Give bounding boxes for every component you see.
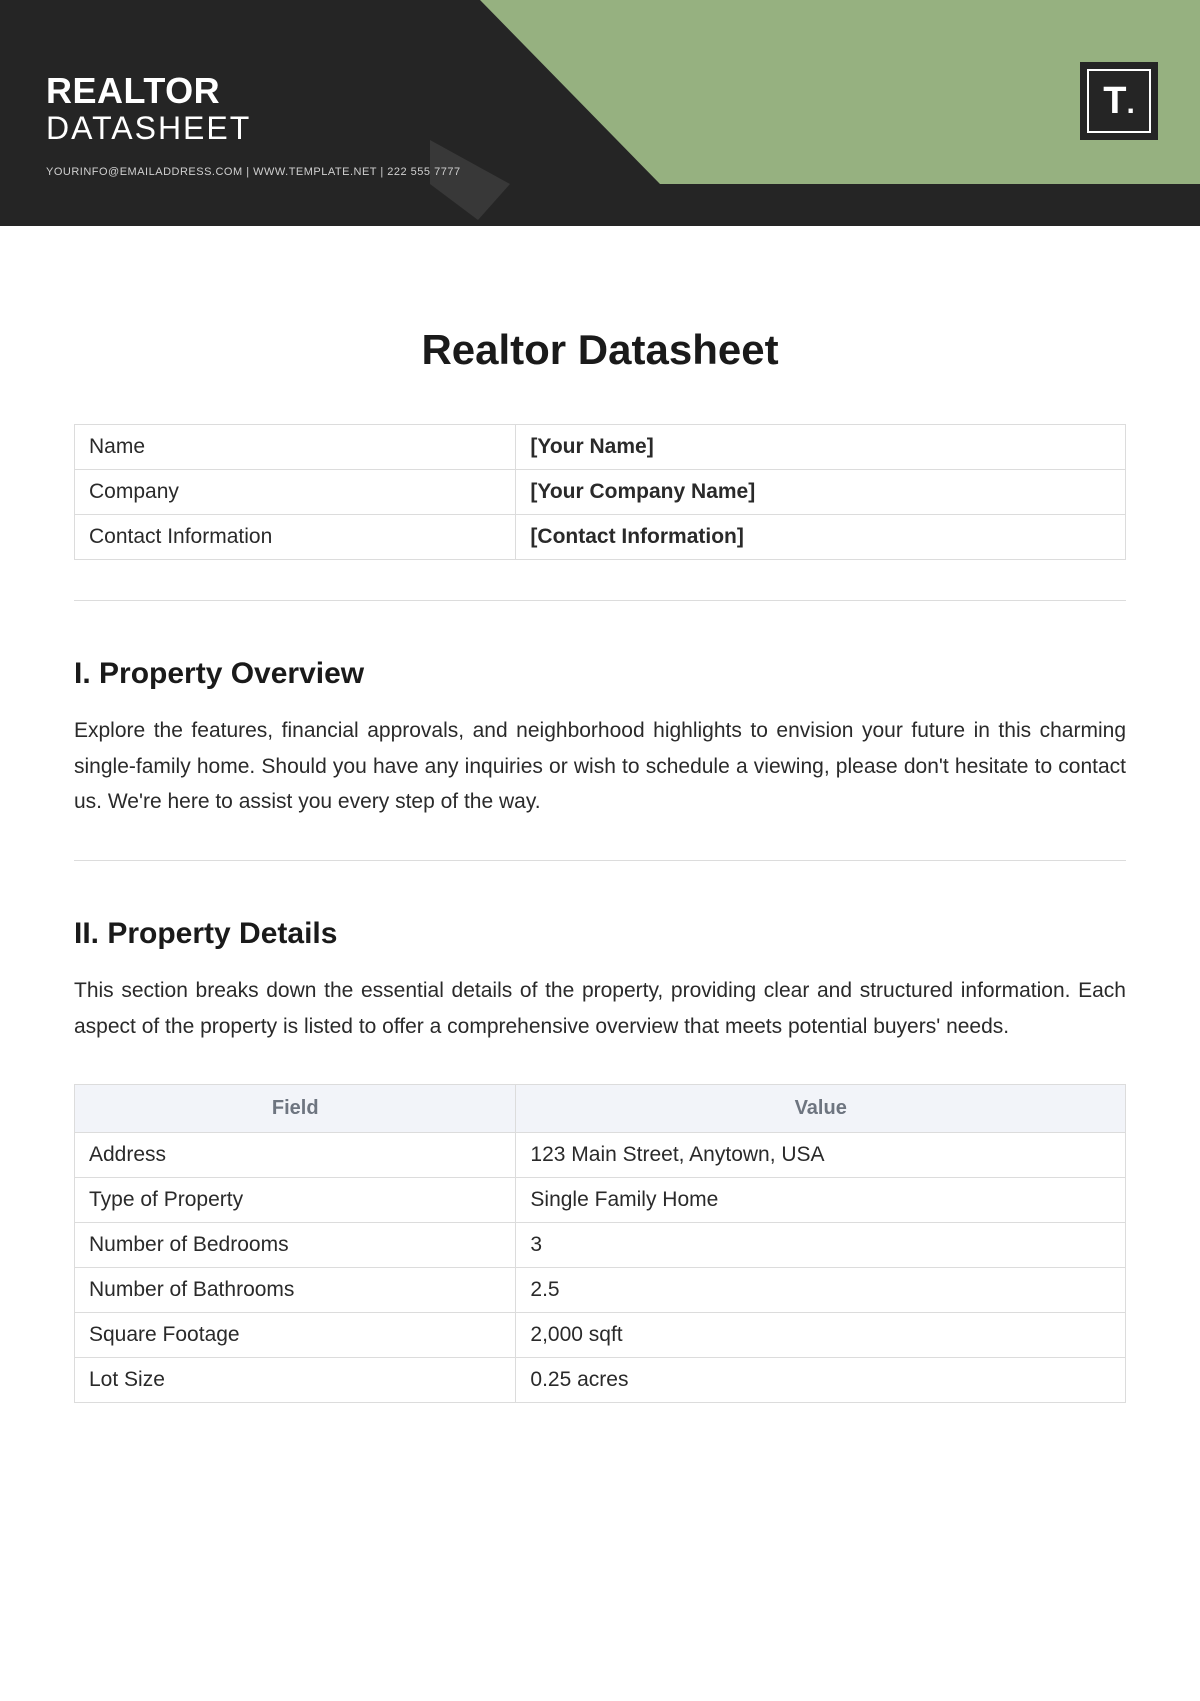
column-header-value: Value bbox=[516, 1085, 1126, 1133]
document-body: Realtor Datasheet Name [Your Name] Compa… bbox=[0, 226, 1200, 1403]
table-row: Address 123 Main Street, Anytown, USA bbox=[75, 1133, 1126, 1178]
detail-value: 2.5 bbox=[516, 1268, 1126, 1313]
detail-value: 123 Main Street, Anytown, USA bbox=[516, 1133, 1126, 1178]
section-body-overview: Explore the features, financial approval… bbox=[74, 713, 1126, 820]
divider bbox=[74, 860, 1126, 861]
table-row: Company [Your Company Name] bbox=[75, 470, 1126, 515]
detail-value: Single Family Home bbox=[516, 1178, 1126, 1223]
table-row: Number of Bathrooms 2.5 bbox=[75, 1268, 1126, 1313]
property-details-table: Field Value Address 123 Main Street, Any… bbox=[74, 1084, 1126, 1403]
detail-value: 2,000 sqft bbox=[516, 1313, 1126, 1358]
info-label: Contact Information bbox=[75, 515, 516, 560]
detail-label: Address bbox=[75, 1133, 516, 1178]
divider bbox=[74, 600, 1126, 601]
header-wedge-shape bbox=[430, 140, 510, 220]
table-row: Type of Property Single Family Home bbox=[75, 1178, 1126, 1223]
table-row: Lot Size 0.25 acres bbox=[75, 1358, 1126, 1403]
page-title: Realtor Datasheet bbox=[74, 326, 1126, 374]
info-label: Company bbox=[75, 470, 516, 515]
detail-label: Number of Bathrooms bbox=[75, 1268, 516, 1313]
logo-dot: . bbox=[1126, 74, 1134, 134]
table-row: Name [Your Name] bbox=[75, 425, 1126, 470]
contact-info-table: Name [Your Name] Company [Your Company N… bbox=[74, 424, 1126, 560]
info-value: [Your Company Name] bbox=[516, 470, 1126, 515]
table-row: Square Footage 2,000 sqft bbox=[75, 1313, 1126, 1358]
header-contact-line: YOURINFO@EMAILADDRESS.COM | WWW.TEMPLATE… bbox=[46, 166, 461, 178]
table-row: Number of Bedrooms 3 bbox=[75, 1223, 1126, 1268]
table-header-row: Field Value bbox=[75, 1085, 1126, 1133]
header-title-block: REALTOR DATASHEET bbox=[46, 70, 251, 147]
document-header: T. REALTOR DATASHEET YOURINFO@EMAILADDRE… bbox=[0, 0, 1200, 226]
info-label: Name bbox=[75, 425, 516, 470]
header-title-line1: REALTOR bbox=[46, 70, 251, 112]
section-heading-details: II. Property Details bbox=[74, 917, 1126, 951]
table-row: Contact Information [Contact Information… bbox=[75, 515, 1126, 560]
detail-label: Type of Property bbox=[75, 1178, 516, 1223]
detail-value: 3 bbox=[516, 1223, 1126, 1268]
detail-label: Number of Bedrooms bbox=[75, 1223, 516, 1268]
column-header-field: Field bbox=[75, 1085, 516, 1133]
detail-label: Square Footage bbox=[75, 1313, 516, 1358]
section-body-details: This section breaks down the essential d… bbox=[74, 973, 1126, 1044]
info-value: [Contact Information] bbox=[516, 515, 1126, 560]
header-title-line2: DATASHEET bbox=[46, 110, 251, 147]
detail-value: 0.25 acres bbox=[516, 1358, 1126, 1403]
detail-label: Lot Size bbox=[75, 1358, 516, 1403]
logo-badge: T. bbox=[1080, 62, 1158, 140]
logo-icon: T. bbox=[1087, 69, 1151, 133]
section-heading-overview: I. Property Overview bbox=[74, 657, 1126, 691]
info-value: [Your Name] bbox=[516, 425, 1126, 470]
logo-letter: T bbox=[1103, 71, 1126, 131]
